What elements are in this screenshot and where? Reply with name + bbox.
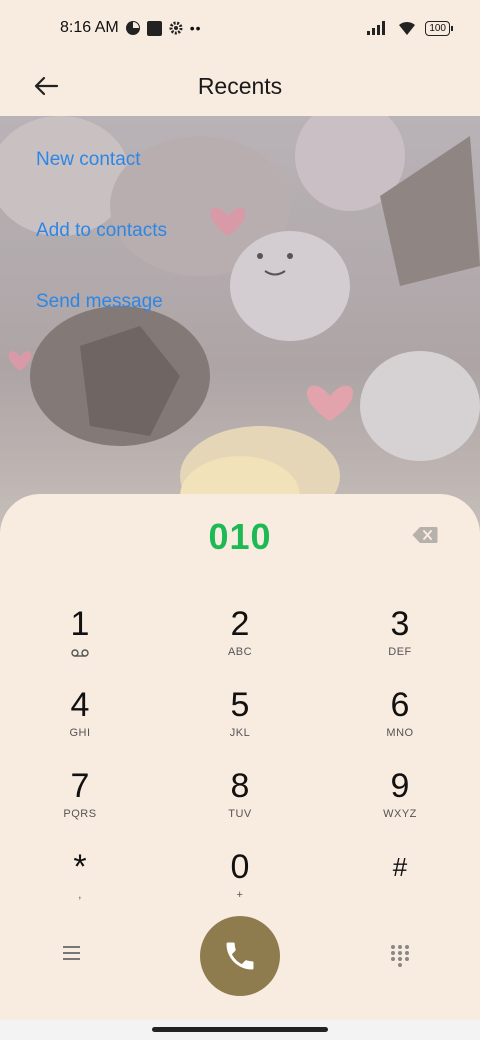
key-6[interactable]: 6 MNO xyxy=(340,685,460,757)
key-4[interactable]: 4 GHI xyxy=(20,685,140,757)
key-digit: 7 xyxy=(70,767,90,805)
status-right: 100 xyxy=(367,20,453,36)
key-3[interactable]: 3 DEF xyxy=(340,604,460,676)
contact-actions: New contact Add to contacts Send message xyxy=(36,132,167,345)
app-notification-icon-2 xyxy=(146,20,162,36)
key-letters: , xyxy=(78,889,82,901)
dialed-number: 010 xyxy=(208,516,272,557)
wifi-icon xyxy=(399,21,416,35)
key-digit: 0 xyxy=(230,848,250,886)
key-letters: JKL xyxy=(229,727,251,739)
key-letters: DEF xyxy=(388,646,412,658)
backspace-button[interactable] xyxy=(412,526,438,549)
key-5[interactable]: 5 JKL xyxy=(180,685,300,757)
arrow-left-icon xyxy=(34,76,59,96)
system-nav-bar xyxy=(0,1020,480,1040)
backspace-icon xyxy=(412,527,438,543)
status-bar: 8:16 AM •• 100 xyxy=(0,0,480,56)
key-digit: * xyxy=(73,848,87,886)
key-hash[interactable]: # xyxy=(340,847,460,919)
key-letters: + xyxy=(236,889,244,901)
phone-icon xyxy=(226,942,254,970)
back-button[interactable] xyxy=(28,68,64,104)
signal-icon xyxy=(367,21,386,35)
key-digit: 6 xyxy=(390,686,410,724)
key-7[interactable]: 7 PQRS xyxy=(20,766,140,838)
key-digit: # xyxy=(392,852,408,882)
key-letters: TUV xyxy=(228,808,252,820)
add-to-contacts-link[interactable]: Add to contacts xyxy=(36,203,167,274)
key-letters: GHI xyxy=(69,727,91,739)
key-digit: 4 xyxy=(70,686,90,724)
key-digit: 2 xyxy=(230,605,250,643)
key-digit: 3 xyxy=(390,605,410,643)
key-star[interactable]: * , xyxy=(20,847,140,919)
key-0[interactable]: 0 + xyxy=(180,847,300,919)
voicemail-icon xyxy=(71,649,89,657)
gear-icon xyxy=(169,21,183,35)
new-contact-link[interactable]: New contact xyxy=(36,132,167,203)
app-header: Recents xyxy=(0,56,480,116)
key-8[interactable]: 8 TUV xyxy=(180,766,300,838)
battery-icon: 100 xyxy=(425,20,453,36)
key-digit: 1 xyxy=(70,605,90,643)
dialpad-icon xyxy=(391,945,409,967)
key-letters: WXYZ xyxy=(383,808,417,820)
key-1[interactable]: 1 xyxy=(20,604,140,676)
app-notification-icon xyxy=(125,21,140,35)
send-message-link[interactable]: Send message xyxy=(36,274,167,345)
page-title: Recents xyxy=(197,72,283,99)
key-digit: 9 xyxy=(390,767,410,805)
call-button[interactable] xyxy=(200,916,280,996)
home-indicator[interactable] xyxy=(152,1027,328,1032)
key-digit: 5 xyxy=(230,686,250,724)
status-time: 8:16 AM xyxy=(60,19,119,36)
menu-button[interactable] xyxy=(62,944,94,976)
status-left: 8:16 AM •• xyxy=(60,19,202,37)
key-letters: PQRS xyxy=(63,808,97,820)
dialer-panel: 010 1 2 ABC 3 DEF 4 GHI 5 JKL 6 MNO 7 PQ… xyxy=(0,494,480,1040)
menu-icon xyxy=(63,946,80,960)
key-2[interactable]: 2 ABC xyxy=(180,604,300,676)
key-letters: MNO xyxy=(386,727,414,739)
dialpad-toggle-button[interactable] xyxy=(390,944,414,968)
key-letters: ABC xyxy=(227,646,253,658)
key-digit: 8 xyxy=(230,767,250,805)
more-notifications-icon: •• xyxy=(189,20,202,36)
key-9[interactable]: 9 WXYZ xyxy=(340,766,460,838)
dialer-bottom-bar xyxy=(0,914,480,1004)
